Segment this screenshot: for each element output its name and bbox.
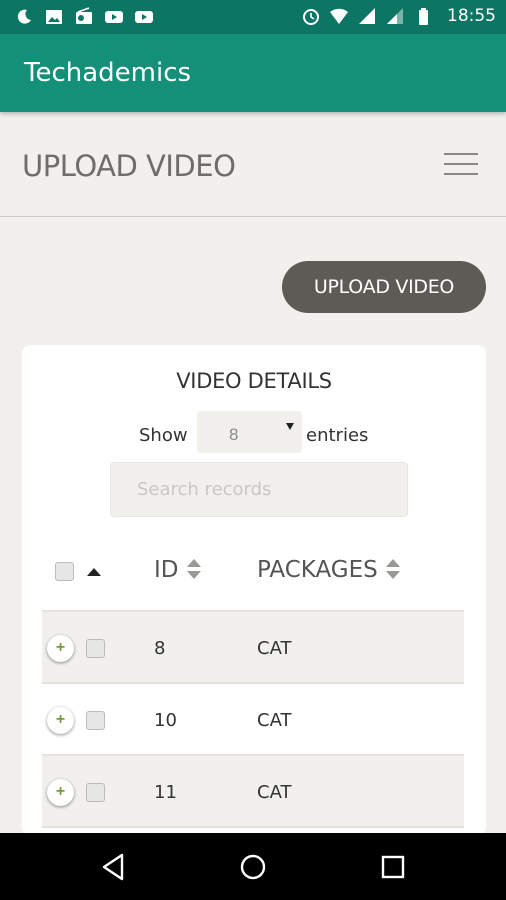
upload-video-button[interactable]: UPLOAD VIDEO xyxy=(282,261,486,313)
cell-id: 10 xyxy=(154,710,177,731)
column-header-packages-label: PACKAGES xyxy=(257,557,378,583)
entries-label: entries xyxy=(306,425,369,446)
cell-id: 8 xyxy=(154,638,166,659)
expand-row-icon[interactable]: + xyxy=(47,707,74,734)
row-checkbox[interactable] xyxy=(86,711,105,730)
page-title: UPLOAD VIDEO xyxy=(22,149,236,183)
cell-package: CAT xyxy=(257,638,292,659)
entries-select[interactable]: 8 xyxy=(197,411,302,453)
status-bar: 18:55 xyxy=(0,0,506,34)
row-checkbox[interactable] xyxy=(86,639,105,658)
moon-icon xyxy=(17,9,31,24)
expand-row-icon[interactable]: + xyxy=(47,779,74,806)
select-all-checkbox[interactable] xyxy=(55,562,74,581)
table-header: ID PACKAGES xyxy=(42,540,464,612)
hamburger-menu-icon[interactable] xyxy=(444,153,478,177)
show-label: Show xyxy=(139,425,188,446)
column-header-packages[interactable]: PACKAGES xyxy=(257,557,400,583)
search-input[interactable] xyxy=(110,462,408,517)
navigation-bar xyxy=(0,833,506,900)
column-header-id-label: ID xyxy=(154,557,179,583)
table-row: + 8 CAT xyxy=(42,612,464,684)
sort-ascending-icon[interactable] xyxy=(87,568,101,576)
dropdown-arrow-icon xyxy=(286,423,294,430)
app-title: Techademics xyxy=(24,58,192,88)
sort-icon xyxy=(385,559,400,579)
table-row: + 10 CAT xyxy=(42,684,464,756)
radio-icon xyxy=(76,7,92,24)
column-header-id[interactable]: ID xyxy=(154,557,201,583)
wifi-icon xyxy=(330,8,348,24)
card-title: VIDEO DETAILS xyxy=(176,369,332,393)
expand-row-icon[interactable]: + xyxy=(47,635,74,662)
page-length-control: Show 8 entries xyxy=(22,411,486,455)
table-row: + 11 CAT xyxy=(42,756,464,828)
youtube-icon xyxy=(135,11,153,23)
image-icon xyxy=(46,10,62,24)
recent-apps-icon[interactable] xyxy=(377,851,409,883)
entries-select-value: 8 xyxy=(229,425,239,444)
video-table: ID PACKAGES + 8 CAT + 10 CAT + 11 CAT xyxy=(42,540,464,828)
clock: 18:55 xyxy=(447,6,496,26)
signal-icon xyxy=(359,8,375,24)
back-icon[interactable] xyxy=(98,851,130,883)
battery-icon xyxy=(419,8,428,25)
app-bar: Techademics xyxy=(0,34,506,112)
video-details-card: VIDEO DETAILS Show 8 entries ID PACKAGES… xyxy=(22,345,486,835)
page-header: UPLOAD VIDEO xyxy=(0,113,506,217)
home-icon[interactable] xyxy=(237,851,269,883)
cell-id: 11 xyxy=(154,782,177,803)
cell-package: CAT xyxy=(257,710,292,731)
alarm-icon xyxy=(303,9,319,25)
row-checkbox[interactable] xyxy=(86,783,105,802)
signal-icon xyxy=(387,8,403,24)
sort-icon xyxy=(186,559,201,579)
youtube-icon xyxy=(105,11,123,23)
cell-package: CAT xyxy=(257,782,292,803)
